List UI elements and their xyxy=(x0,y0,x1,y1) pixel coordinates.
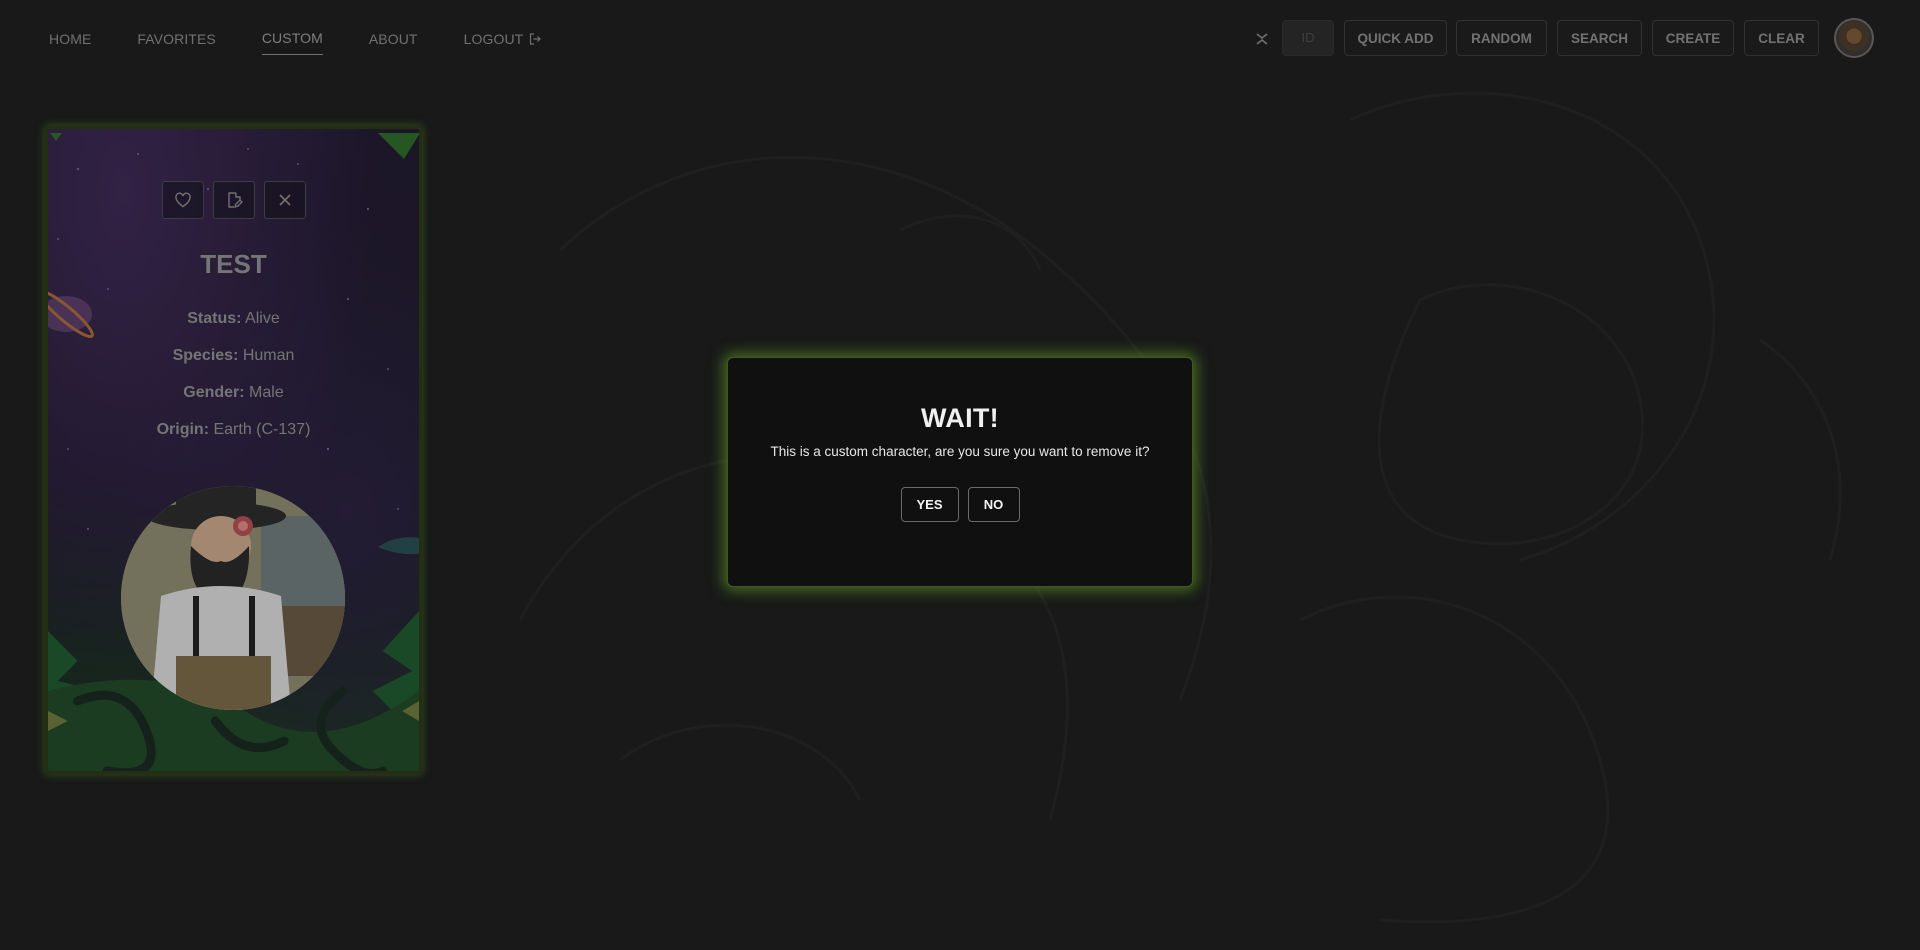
no-button[interactable]: NO xyxy=(967,487,1020,522)
yes-button[interactable]: YES xyxy=(900,487,959,522)
dialog-message: This is a custom character, are you sure… xyxy=(770,444,1150,459)
confirm-remove-dialog: WAIT! This is a custom character, are yo… xyxy=(727,357,1193,587)
dialog-actions: YES NO xyxy=(728,487,1192,522)
dialog-title: WAIT! xyxy=(921,403,999,433)
